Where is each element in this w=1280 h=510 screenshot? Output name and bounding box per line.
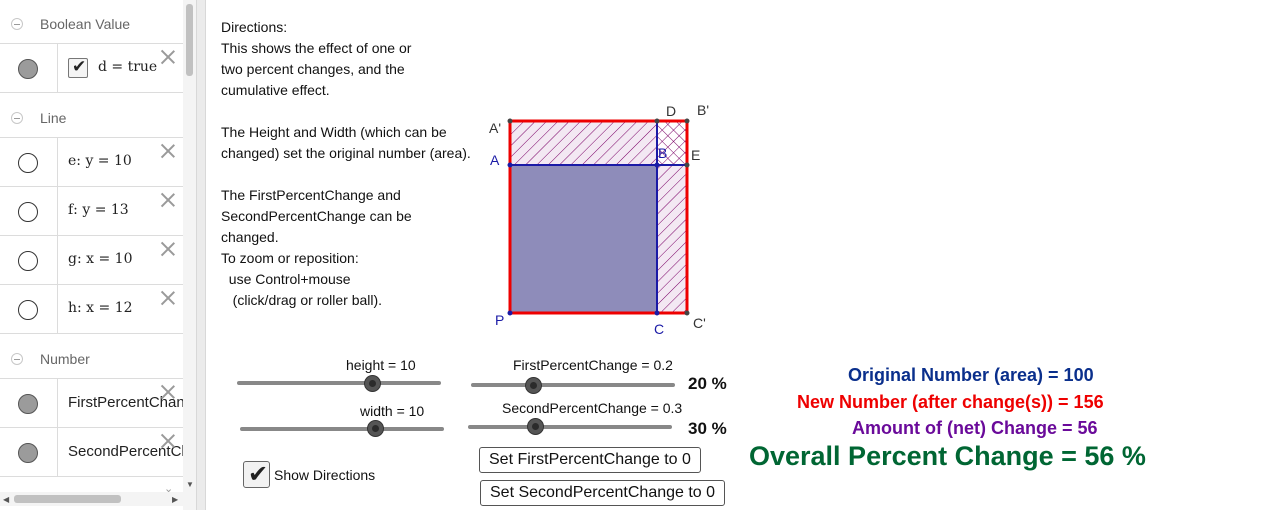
label-c: C [654,321,665,337]
point-e[interactable] [684,162,690,168]
label-c-prime: C' [693,315,706,331]
label-b: B [658,145,668,161]
height-slider-label: height = 10 [346,357,416,373]
point-b-prime[interactable] [684,118,690,124]
first-percent-slider-label: FirstPercentChange = 0.2 [513,357,673,373]
label-d: D [666,103,677,119]
second-percent-slider-track[interactable] [468,425,672,429]
height-slider-knob[interactable] [364,375,381,392]
right-strip-hatch [657,165,687,313]
width-slider-knob[interactable] [367,420,384,437]
new-number-text: New Number (after change(s)) = 156 [797,392,1104,412]
overall-percent-change-text: Overall Percent Change = 56 % [749,441,1146,471]
set-second-percent-button[interactable]: Set SecondPercentChange to 0 [480,480,726,506]
check-icon: ✔ [248,461,269,488]
point-c-prime[interactable] [684,310,690,316]
width-slider-track[interactable] [240,427,444,431]
point-b[interactable] [654,162,660,168]
second-percent-value: 30 % [688,419,727,438]
point-a[interactable] [507,162,513,168]
first-percent-slider-knob[interactable] [525,377,542,394]
point-d[interactable] [654,118,660,124]
label-p: P [495,312,505,328]
top-strip-hatch [510,121,657,165]
height-slider-track[interactable] [237,381,441,385]
width-slider-label: width = 10 [360,403,425,419]
label-b-prime: B' [697,102,710,118]
label-a: A [490,152,500,168]
second-percent-slider-label: SecondPercentChange = 0.3 [502,400,683,416]
point-c[interactable] [654,310,660,316]
show-directions-label: Show Directions [274,467,376,483]
first-percent-slider-track[interactable] [471,383,675,387]
show-directions-checkbox[interactable]: ✔ [243,461,270,488]
original-number-text: Original Number (area) = 100 [848,365,1094,385]
label-e: E [691,147,701,163]
amount-change-text: Amount of (net) Change = 56 [852,418,1098,438]
original-area [510,165,657,313]
point-p[interactable] [507,310,513,316]
second-percent-slider-knob[interactable] [527,418,544,435]
first-percent-value: 20 % [688,374,727,393]
point-a-prime[interactable] [507,118,513,124]
set-first-percent-button[interactable]: Set FirstPercentChange to 0 [479,447,701,473]
label-a-prime: A' [489,120,502,136]
